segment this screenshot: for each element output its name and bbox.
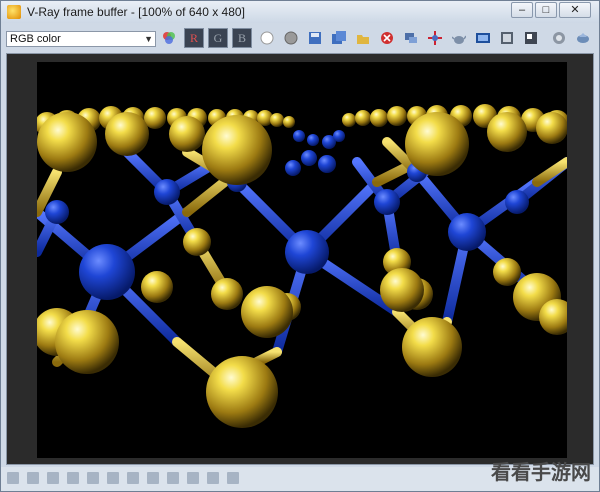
color-picker-icon bbox=[163, 32, 175, 44]
lut-icon[interactable] bbox=[187, 472, 199, 484]
save-image-icon bbox=[309, 32, 321, 44]
region-render-icon bbox=[525, 32, 537, 44]
show-gray-button[interactable] bbox=[281, 28, 301, 48]
red-channel-label: R bbox=[189, 31, 198, 45]
compare-icon[interactable] bbox=[67, 472, 79, 484]
status-bar: 看看手游网 bbox=[1, 460, 599, 491]
histogram-icon[interactable] bbox=[167, 472, 179, 484]
channel-select-value: RGB color bbox=[10, 33, 61, 45]
open-image-button[interactable] bbox=[353, 28, 373, 48]
history-icon[interactable] bbox=[7, 472, 19, 484]
open-image-icon bbox=[357, 35, 369, 44]
render-button[interactable] bbox=[573, 28, 593, 48]
close-icon: ✕ bbox=[570, 4, 580, 16]
link-button[interactable] bbox=[401, 28, 421, 48]
watermark: 看看手游网 bbox=[491, 460, 591, 484]
render-frame bbox=[6, 53, 594, 465]
link-icon bbox=[405, 33, 417, 43]
layers-icon[interactable] bbox=[87, 472, 99, 484]
info-icon[interactable] bbox=[27, 472, 39, 484]
exposure-icon[interactable] bbox=[147, 472, 159, 484]
app-icon bbox=[7, 5, 21, 19]
display-correction-icon bbox=[476, 33, 490, 43]
minimize-button[interactable]: – bbox=[511, 2, 533, 18]
save-image-button[interactable] bbox=[305, 28, 325, 48]
maximize-icon: □ bbox=[542, 4, 550, 16]
maximize-button[interactable]: □ bbox=[535, 2, 557, 18]
render-icon bbox=[577, 33, 589, 43]
show-white-icon bbox=[260, 31, 274, 45]
pixel-aspect-icon[interactable] bbox=[207, 472, 219, 484]
blue-channel-label: B bbox=[237, 31, 246, 45]
track-mouse-icon bbox=[428, 31, 442, 45]
render-teapot-icon bbox=[452, 35, 466, 44]
color-picker-button[interactable] bbox=[159, 28, 179, 48]
title-bar[interactable]: V-Ray frame buffer - [100% of 640 x 480]… bbox=[1, 1, 599, 23]
render-teapot-button[interactable] bbox=[449, 28, 469, 48]
minimize-icon: – bbox=[518, 4, 526, 16]
molecular-lattice-render bbox=[37, 104, 567, 428]
pixel-info-icon bbox=[501, 32, 513, 44]
stop-button[interactable] bbox=[549, 28, 569, 48]
show-white-button[interactable] bbox=[257, 28, 277, 48]
chevron-down-icon: ▼ bbox=[144, 34, 153, 44]
track-mouse-button[interactable] bbox=[425, 28, 445, 48]
clear-image-icon bbox=[381, 32, 393, 44]
vray-frame-buffer-window: V-Ray frame buffer - [100% of 640 x 480]… bbox=[0, 0, 600, 492]
red-channel-button[interactable]: R bbox=[184, 28, 204, 48]
ocio-icon[interactable] bbox=[227, 472, 239, 484]
levels-icon[interactable] bbox=[107, 472, 119, 484]
curve-icon[interactable] bbox=[127, 472, 139, 484]
channel-select[interactable]: RGB color ▼ bbox=[6, 31, 156, 47]
region-render-button[interactable] bbox=[521, 28, 541, 48]
save-all-button[interactable] bbox=[329, 28, 349, 48]
green-channel-button[interactable]: G bbox=[208, 28, 228, 48]
display-correction-button[interactable] bbox=[473, 28, 493, 48]
close-button[interactable]: ✕ bbox=[559, 2, 591, 18]
save-all-icon bbox=[332, 31, 346, 44]
stop-icon bbox=[553, 32, 565, 44]
settings-icon[interactable] bbox=[47, 472, 59, 484]
blue-channel-button[interactable]: B bbox=[232, 28, 252, 48]
toolbar: RGB color ▼ R G B bbox=[1, 25, 599, 51]
pixel-info-button[interactable] bbox=[497, 28, 517, 48]
window-title: V-Ray frame buffer - [100% of 640 x 480] bbox=[27, 5, 245, 19]
show-gray-icon bbox=[284, 31, 298, 45]
clear-image-button[interactable] bbox=[377, 28, 397, 48]
green-channel-label: G bbox=[213, 31, 223, 45]
rendered-image[interactable] bbox=[37, 62, 567, 458]
